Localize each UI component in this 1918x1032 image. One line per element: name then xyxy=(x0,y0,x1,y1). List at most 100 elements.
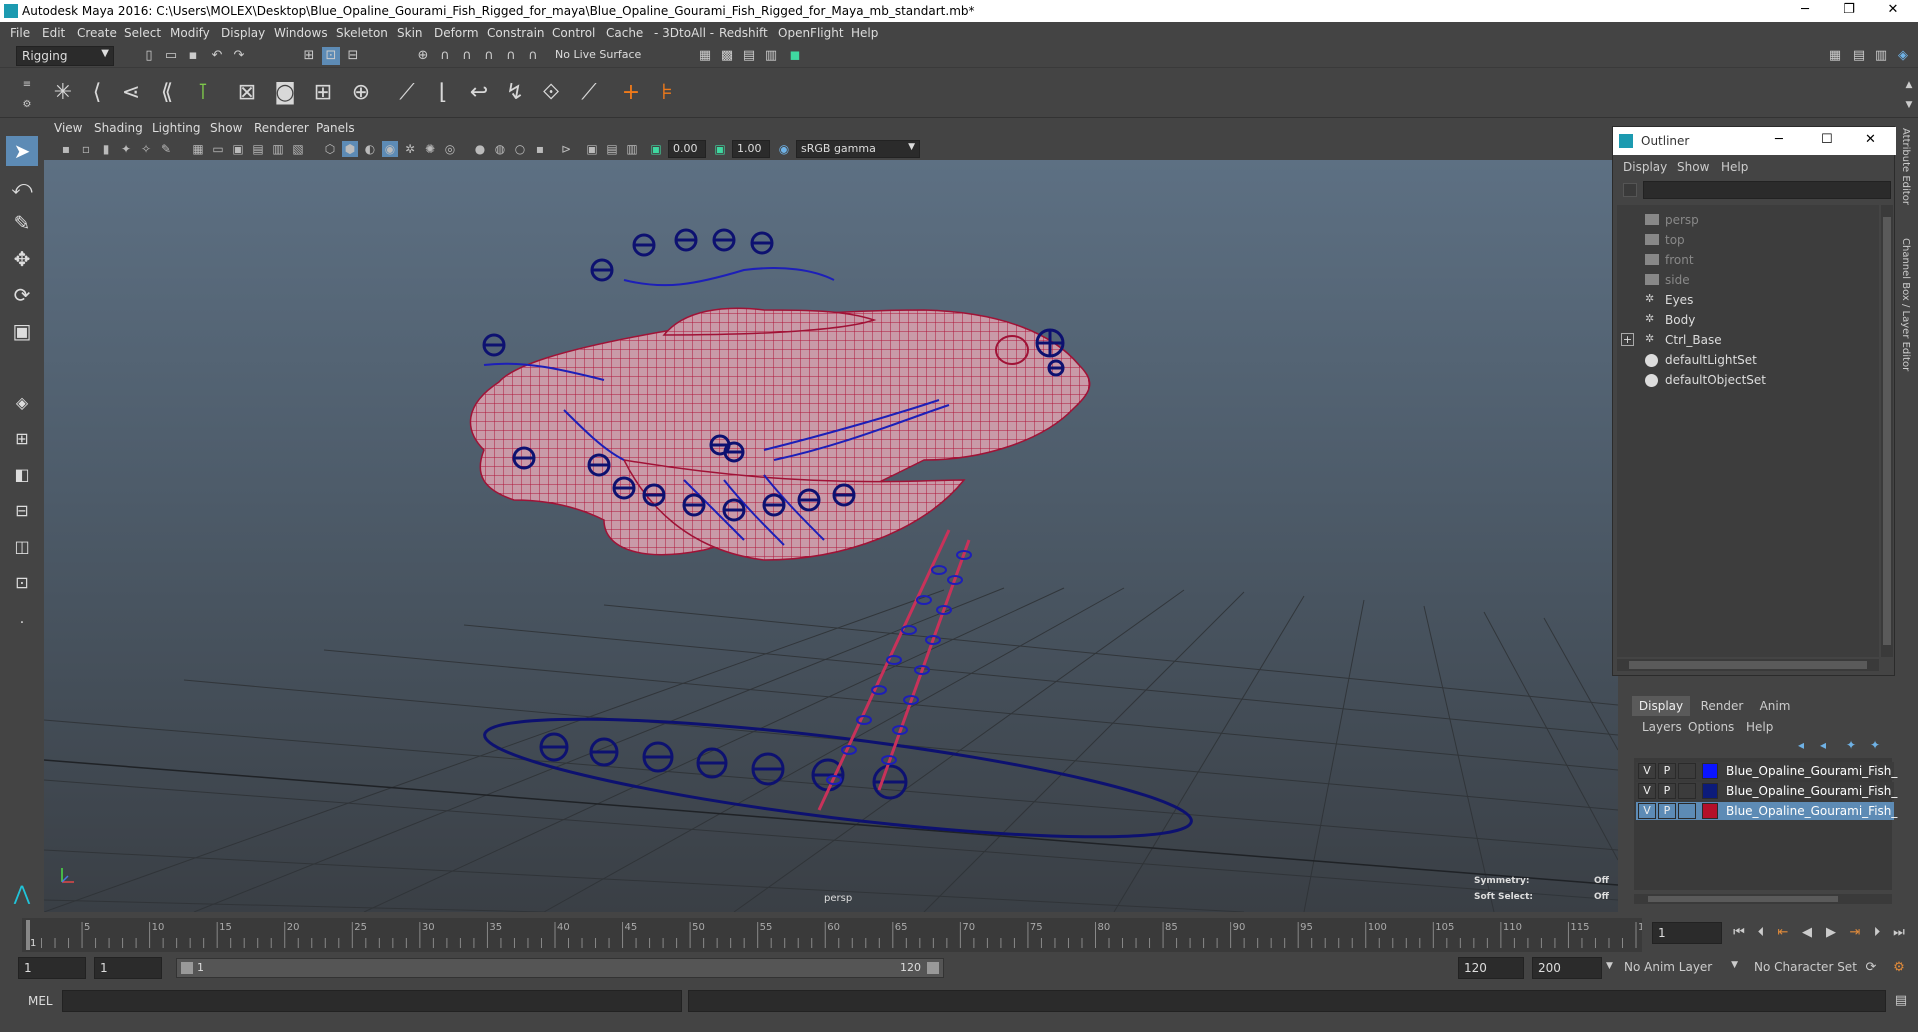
persp-outliner-layout-icon[interactable]: ◧ xyxy=(6,460,38,490)
layer-playback-toggle[interactable]: P xyxy=(1658,803,1676,819)
panel-menu-shading[interactable]: Shading xyxy=(94,121,143,135)
menu-display[interactable]: Display xyxy=(221,26,265,40)
lasso-tool-icon[interactable]: ⤺ xyxy=(6,172,38,202)
mirror-joint-icon[interactable]: ⊺ xyxy=(188,78,218,108)
new-layer-selected-icon[interactable]: ✦ xyxy=(1870,738,1880,752)
layer-display-type-toggle[interactable] xyxy=(1678,783,1696,799)
playback-start-field[interactable]: 1 xyxy=(94,957,162,979)
command-language-label[interactable]: MEL xyxy=(28,994,53,1008)
attribute-editor-toggle-icon[interactable]: ▥ xyxy=(1872,47,1890,65)
panel-menu-lighting[interactable]: Lighting xyxy=(152,121,201,135)
render-current-icon[interactable]: ▩ xyxy=(718,47,736,65)
snap-live-icon[interactable]: ∩ xyxy=(524,47,542,65)
chevron-down-icon[interactable]: ▼ xyxy=(1606,961,1613,971)
shelf-scroll-down-icon[interactable]: ▼ xyxy=(1900,96,1918,114)
new-scene-icon[interactable]: ▯ xyxy=(140,47,158,65)
playback-end-field[interactable]: 120 xyxy=(1458,957,1524,979)
menu-control[interactable]: Control xyxy=(552,26,595,40)
outliner-item-eyes[interactable]: ✲ Eyes xyxy=(1645,292,1693,307)
snap-curve-icon[interactable]: ∩ xyxy=(436,47,454,65)
layer-row[interactable]: V P Blue_Opaline_Gourami_Fish_Rig xyxy=(1636,762,1917,780)
outliner-maximize-button[interactable]: ☐ xyxy=(1821,132,1833,147)
channel-box-toggle-icon[interactable]: ◈ xyxy=(1894,47,1912,65)
panel-menu-renderer[interactable]: Renderer xyxy=(254,121,309,135)
hypershade-icon[interactable]: ◼ xyxy=(786,47,804,65)
safe-action-icon[interactable]: ▧ xyxy=(290,141,306,157)
depth-of-field-icon[interactable]: ▪ xyxy=(532,141,548,157)
grid-toggle-icon[interactable]: ▦ xyxy=(190,141,206,157)
layer-playback-toggle[interactable]: P xyxy=(1658,783,1676,799)
save-scene-icon[interactable]: ▪ xyxy=(184,47,202,65)
custom-layout-icon[interactable]: · xyxy=(6,608,38,638)
view-2d-pan-icon[interactable]: ✧ xyxy=(138,141,154,157)
live-surface-field[interactable]: No Live Surface xyxy=(552,47,652,65)
play-backward-icon[interactable]: ◀ xyxy=(1798,924,1816,942)
scale-constraint-icon[interactable]: ↯ xyxy=(500,78,530,108)
anim-layer-selector[interactable]: No Anim Layer ▼ xyxy=(1620,957,1740,979)
auto-key-icon[interactable]: ⟳ xyxy=(1862,959,1880,977)
redo-icon[interactable]: ↷ xyxy=(230,47,248,65)
persp-uv-layout-icon[interactable]: ⊡ xyxy=(6,568,38,598)
shelf-settings-icon[interactable]: ⚙ xyxy=(18,96,36,114)
range-end-handle[interactable] xyxy=(927,962,939,974)
outliner-search-input[interactable] xyxy=(1643,181,1891,199)
layer-visibility-toggle[interactable]: V xyxy=(1638,783,1656,799)
select-hierarchy-icon[interactable]: ⊞ xyxy=(300,47,318,65)
menu-create[interactable]: Create xyxy=(77,26,117,40)
expand-icon[interactable]: + xyxy=(1621,333,1634,346)
range-start-handle[interactable] xyxy=(181,962,193,974)
menu-file[interactable]: File xyxy=(10,26,30,40)
panel-menu-show[interactable]: Show xyxy=(210,121,242,135)
camera-attributes-icon[interactable]: ▫ xyxy=(78,141,94,157)
exposure-field[interactable]: 0.00 xyxy=(668,140,706,158)
outliner-item-front[interactable]: front xyxy=(1645,253,1694,267)
snap-view-icon[interactable]: ∩ xyxy=(480,47,498,65)
fish-body-mesh[interactable] xyxy=(469,307,1091,561)
blend-shape-icon[interactable]: ⊕ xyxy=(346,78,376,108)
time-slider[interactable]: 5 10 15 20 25 30 35 40 45 50 55 60 65 70 75 80 85 90 95 100… xyxy=(22,918,1642,952)
menu-openflight[interactable]: OpenFlight xyxy=(778,26,844,40)
outliner-item-default-object-set[interactable]: defaultObjectSet xyxy=(1645,373,1766,387)
snap-surface-icon[interactable]: ∩ xyxy=(502,47,520,65)
layer-menu-options[interactable]: Options xyxy=(1688,720,1734,734)
outliner-hscroll-thumb[interactable] xyxy=(1629,661,1867,669)
play-forward-icon[interactable]: ▶ xyxy=(1822,924,1840,942)
move-tool-icon[interactable]: ✥ xyxy=(6,244,38,274)
layer-display-type-toggle[interactable] xyxy=(1678,763,1696,779)
use-all-lights-icon[interactable]: ✺ xyxy=(422,141,438,157)
menu-windows[interactable]: Windows xyxy=(274,26,328,40)
snap-grid-icon[interactable]: ⊕ xyxy=(414,47,432,65)
ik-spline-icon[interactable]: ⋖ xyxy=(116,78,146,108)
menu-skeleton[interactable]: Skeleton xyxy=(336,26,388,40)
ik-handle-icon[interactable]: ⟨ xyxy=(82,78,112,108)
move-layer-down-icon[interactable]: ◂ xyxy=(1820,738,1826,752)
rotate-tool-icon[interactable]: ⟳ xyxy=(6,280,38,310)
hypershade-layout-icon[interactable]: ◫ xyxy=(6,532,38,562)
camera-select-icon[interactable]: ▪ xyxy=(58,141,74,157)
filter-icon[interactable] xyxy=(1623,183,1637,197)
xray-joints-icon[interactable]: ▤ xyxy=(604,141,620,157)
color-management-icon[interactable]: ◉ xyxy=(776,141,792,157)
channel-box-tab[interactable]: Channel Box / Layer Editor xyxy=(1900,238,1911,371)
wireframe-on-shaded-icon[interactable]: ◉ xyxy=(382,141,398,157)
layer-menu-help[interactable]: Help xyxy=(1746,720,1773,734)
outliner-scroll-thumb[interactable] xyxy=(1883,217,1891,645)
layer-row-selected[interactable]: V P Blue_Opaline_Gourami_Fish_Rig xyxy=(1636,802,1917,820)
animation-start-field[interactable]: 1 xyxy=(18,957,86,979)
layer-tab-anim[interactable]: Anim xyxy=(1752,696,1798,716)
panel-menu-panels[interactable]: Panels xyxy=(316,121,355,135)
open-scene-icon[interactable]: ▭ xyxy=(162,47,180,65)
textured-icon[interactable]: ✲ xyxy=(402,141,418,157)
step-back-frame-icon[interactable]: ⏴ xyxy=(1752,924,1770,942)
current-frame-field[interactable]: 1 xyxy=(1652,922,1722,944)
range-slider[interactable]: 1 120 xyxy=(176,958,944,978)
outliner-horizontal-scrollbar[interactable] xyxy=(1617,659,1879,671)
menu-edit[interactable]: Edit xyxy=(42,26,65,40)
snap-point-icon[interactable]: ∩ xyxy=(458,47,476,65)
default-material-icon[interactable]: ◐ xyxy=(362,141,378,157)
menu-select[interactable]: Select xyxy=(124,26,161,40)
attribute-editor-tab[interactable]: Attribute Editor xyxy=(1900,128,1911,205)
outliner-minimize-button[interactable]: ─ xyxy=(1775,132,1783,147)
time-ruler[interactable]: 5 10 15 20 25 30 35 40 45 50 55 60 65 70 75 80 85 90 95 100… xyxy=(22,918,1642,952)
outliner-item-body[interactable]: ✲ Body xyxy=(1645,312,1695,327)
